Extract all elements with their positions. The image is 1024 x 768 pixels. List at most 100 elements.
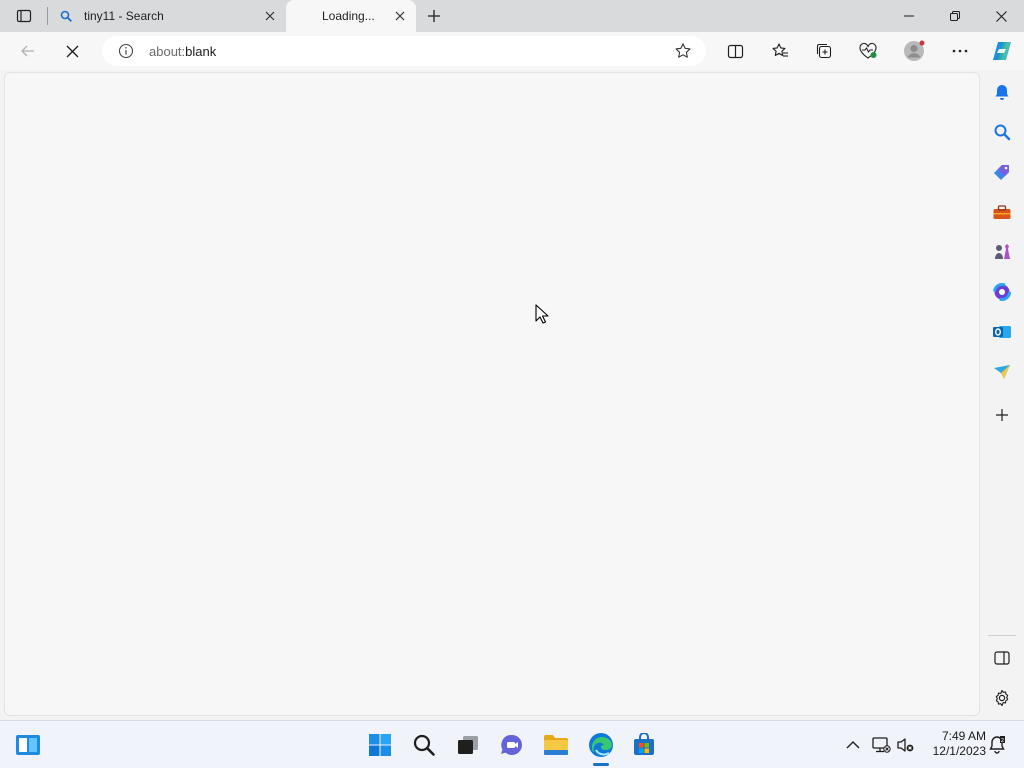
notification-bell-icon: z <box>989 736 1005 754</box>
close-icon <box>995 10 1007 22</box>
notifications-button[interactable] <box>988 78 1016 106</box>
tab-separator <box>47 7 48 25</box>
clock-date: 12/1/2023 <box>932 744 986 758</box>
info-icon[interactable] <box>116 41 136 61</box>
search-icon <box>994 124 1011 141</box>
active-app-indicator <box>593 763 609 766</box>
widgets-icon <box>16 735 40 755</box>
stop-loading-button[interactable] <box>57 36 87 66</box>
microsoft-store-icon <box>634 733 654 755</box>
tab-actions-icon <box>16 9 32 23</box>
hide-sidebar-button[interactable] <box>988 644 1016 672</box>
favorites-button[interactable] <box>765 36 795 66</box>
restore-button[interactable] <box>932 0 978 32</box>
drop-button[interactable] <box>988 358 1016 386</box>
bell-icon <box>995 85 1009 100</box>
chat-button[interactable] <box>496 729 528 761</box>
tab-actions-button[interactable] <box>8 4 40 28</box>
outlook-button[interactable] <box>988 318 1016 346</box>
minimize-icon <box>904 15 914 17</box>
minimize-button[interactable] <box>886 0 932 32</box>
system-clock[interactable]: 7:49 AM 12/1/2023 <box>920 729 986 761</box>
collections-button[interactable] <box>809 36 839 66</box>
page-content[interactable] <box>4 72 980 716</box>
file-explorer-button[interactable] <box>540 729 572 761</box>
favorites-icon <box>772 43 788 57</box>
restore-icon <box>950 11 960 21</box>
sidebar-search-button[interactable] <box>988 118 1016 146</box>
task-view-button[interactable] <box>452 729 484 761</box>
heart-pulse-icon <box>859 42 877 59</box>
address-bar[interactable]: about:blank <box>102 36 706 66</box>
stop-icon <box>66 45 78 57</box>
volume-muted-icon <box>897 738 914 752</box>
address-path: blank <box>185 43 217 59</box>
shopping-button[interactable] <box>988 158 1016 186</box>
close-window-button[interactable] <box>978 0 1024 32</box>
start-button[interactable] <box>364 729 396 761</box>
tab-tiny11-search[interactable]: tiny11 - Search <box>50 0 286 32</box>
plus-icon <box>428 10 440 22</box>
copilot-button[interactable] <box>987 36 1017 66</box>
browser-toolbar: about:blank <box>0 32 1024 70</box>
clock-time: 7:49 AM <box>941 729 986 743</box>
network-disconnected-icon <box>872 737 891 753</box>
sidebar-settings-button[interactable] <box>988 684 1016 712</box>
taskbar-search-button[interactable] <box>408 729 440 761</box>
settings-gear-icon <box>995 689 1009 707</box>
plus-icon <box>996 409 1008 421</box>
profile-button[interactable] <box>899 36 929 66</box>
back-button[interactable] <box>13 36 43 66</box>
back-arrow-icon <box>21 45 34 57</box>
sidebar-divider <box>988 635 1016 636</box>
close-icon[interactable] <box>260 6 280 26</box>
favorite-star-icon[interactable] <box>670 38 696 64</box>
tab-title: tiny11 - Search <box>84 9 164 23</box>
tab-loading[interactable]: Loading... <box>286 0 416 32</box>
tab-title: Loading... <box>322 9 375 23</box>
search-icon <box>58 8 74 24</box>
show-hidden-icons-button[interactable] <box>842 733 864 757</box>
network-button[interactable] <box>870 733 892 757</box>
microsoft365-icon <box>993 283 1011 301</box>
widgets-button[interactable] <box>12 729 44 761</box>
store-button[interactable] <box>628 729 660 761</box>
shopping-tag-icon <box>994 165 1009 180</box>
task-view-icon <box>458 736 478 754</box>
edge-icon <box>589 733 613 757</box>
windows-start-icon <box>369 734 391 756</box>
split-screen-icon <box>727 44 743 58</box>
avatar-icon <box>904 40 925 61</box>
settings-more-button[interactable] <box>945 36 975 66</box>
games-button[interactable] <box>988 238 1016 266</box>
tab-strip: tiny11 - Search Loading... <box>0 0 1024 32</box>
add-sidebar-app-button[interactable] <box>988 401 1016 429</box>
new-tab-button[interactable] <box>422 4 446 28</box>
search-icon <box>413 734 435 756</box>
more-icon <box>952 49 968 53</box>
edge-sidebar <box>982 72 1024 718</box>
address-scheme: about: <box>149 43 186 59</box>
chevron-up-icon <box>846 741 860 749</box>
collections-icon <box>816 43 832 59</box>
split-screen-button[interactable] <box>720 36 750 66</box>
file-explorer-icon <box>544 735 568 755</box>
copilot-icon <box>993 42 1011 60</box>
browser-essentials-button[interactable] <box>853 36 883 66</box>
drop-send-icon <box>994 365 1010 379</box>
sidebar-panel-icon <box>994 651 1010 665</box>
notification-center-button[interactable]: z <box>986 733 1008 757</box>
teams-chat-icon <box>501 734 522 755</box>
microsoft365-button[interactable] <box>988 278 1016 306</box>
mouse-cursor-icon <box>535 304 549 324</box>
svg-text:z: z <box>1001 737 1004 744</box>
toolbox-icon <box>993 205 1011 219</box>
tools-button[interactable] <box>988 198 1016 226</box>
edge-taskbar-button[interactable] <box>585 729 617 761</box>
volume-button[interactable] <box>895 733 917 757</box>
close-icon[interactable] <box>390 6 410 26</box>
chess-games-icon <box>995 244 1010 259</box>
taskbar: 7:49 AM 12/1/2023 z <box>0 720 1024 768</box>
outlook-icon <box>993 326 1011 338</box>
address-text[interactable]: about:blank <box>149 44 670 59</box>
